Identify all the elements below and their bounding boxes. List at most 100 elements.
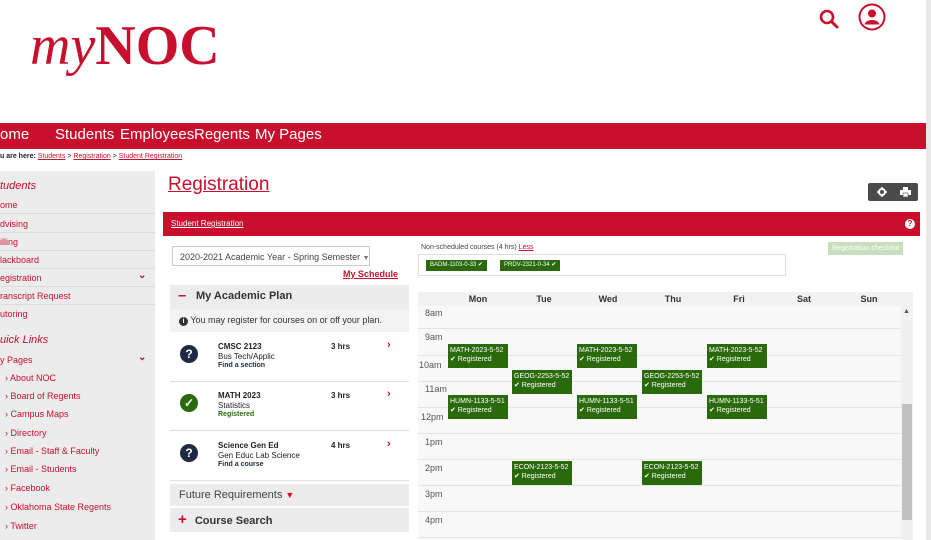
registration-checkout-button[interactable]: Registration checkout: [828, 242, 904, 255]
class-block-course: ECON-2123-5-52: [514, 464, 569, 471]
course-status: Registered: [218, 411, 255, 418]
question-icon: ?: [180, 444, 198, 462]
chevron-right-icon[interactable]: ›: [387, 339, 391, 351]
quick-link-twitter[interactable]: › Twitter: [5, 521, 37, 531]
quick-link-email-students[interactable]: › Email - Students: [5, 464, 77, 474]
quick-link-regents[interactable]: › Board of Regents: [5, 391, 81, 401]
sidebar-item-home[interactable]: ome: [0, 200, 18, 210]
hour-label: 11am: [425, 384, 447, 394]
class-block-status: ✔ Registered: [579, 356, 621, 363]
page-title[interactable]: Registration: [168, 174, 269, 196]
class-block[interactable]: HUMN-1133-5-51 ✔ Registered: [448, 395, 508, 419]
course-row[interactable]: ? Science Gen Ed Gen Educ Lab Science Fi…: [170, 432, 409, 481]
quick-link-email-staff[interactable]: › Email - Staff & Faculty: [5, 446, 99, 456]
quick-link-facebook[interactable]: › Facebook: [5, 483, 50, 493]
quick-link-label: Email - Students: [10, 464, 77, 474]
sidebar-heading-students: tudents: [0, 180, 37, 192]
divider: [0, 286, 155, 287]
nav-my-pages[interactable]: My Pages: [255, 126, 322, 143]
class-block[interactable]: ECON-2123-5-52 ✔ Registered: [642, 461, 702, 485]
gear-icon[interactable]: [877, 187, 887, 197]
class-block-status: ✔ Registered: [644, 382, 686, 389]
registration-panel-header: Student Registration ?: [163, 212, 920, 236]
quick-link-about[interactable]: › About NOC: [5, 373, 56, 383]
sidebar-item-billing[interactable]: illing: [0, 237, 18, 247]
nonscheduled-courses: BADM-1103-0-33 ✔ PRDV-2321-0-34 ✔: [418, 254, 786, 276]
chevron-down-icon[interactable]: ⌄: [138, 270, 146, 281]
class-block[interactable]: HUMN-1133-5-51 ✔ Registered: [707, 395, 767, 419]
print-icon[interactable]: [900, 187, 911, 197]
nav-employees[interactable]: Employees: [120, 126, 194, 143]
user-circle-icon[interactable]: [858, 3, 886, 31]
course-row[interactable]: ✓ MATH 2023 Statistics Registered 3 hrs …: [170, 382, 409, 431]
site-logo[interactable]: myNOC: [30, 14, 220, 78]
scroll-up-icon[interactable]: ▲: [903, 308, 910, 315]
day-header: Tue: [536, 294, 552, 304]
course-search-toggle[interactable]: + Course Search: [170, 508, 409, 532]
page-toolbar: [868, 183, 918, 201]
sidebar-item-tutoring[interactable]: utoring: [0, 309, 28, 319]
help-icon[interactable]: ?: [905, 219, 915, 229]
page-scrollbar[interactable]: [926, 0, 931, 540]
nav-home[interactable]: ome: [0, 126, 29, 143]
panel-title[interactable]: Student Registration: [171, 219, 244, 228]
quick-link-osrhe[interactable]: › Oklahoma State Regents: [5, 502, 111, 512]
sidebar-item-advising[interactable]: dvising: [0, 219, 28, 229]
hour-line: [418, 459, 901, 460]
breadcrumb-students[interactable]: Students: [38, 153, 66, 160]
semester-select[interactable]: 2020-2021 Academic Year - Spring Semeste…: [172, 246, 370, 266]
nonscheduled-chip[interactable]: BADM-1103-0-33 ✔: [426, 260, 487, 271]
nav-students[interactable]: Students: [55, 126, 114, 143]
breadcrumb-student-registration[interactable]: Student Registration: [119, 153, 182, 160]
course-desc: Gen Educ Lab Science: [218, 451, 300, 460]
class-block[interactable]: MATH-2023-5-52 ✔ Registered: [577, 344, 637, 368]
chevron-right-icon[interactable]: ›: [387, 388, 391, 400]
search-icon[interactable]: [818, 8, 840, 30]
sidebar-item-transcript[interactable]: ranscript Request: [0, 291, 71, 301]
my-schedule-link[interactable]: My Schedule: [343, 269, 398, 279]
quick-link-maps[interactable]: › Campus Maps: [5, 409, 69, 419]
hour-label: 1pm: [425, 437, 443, 447]
class-block[interactable]: GEOG-2253-5-52 ✔ Registered: [512, 370, 572, 394]
class-block-status: ✔ Registered: [709, 407, 751, 414]
quick-link-directory[interactable]: › Directory: [5, 428, 47, 438]
hour-label: 4pm: [425, 515, 443, 525]
schedule-days-header: Mon Tue Wed Thu Fri Sat Sun: [418, 292, 913, 306]
nonscheduled-chip[interactable]: PRDV-2321-0-34 ✔: [500, 260, 561, 271]
class-block[interactable]: MATH-2023-5-52 ✔ Registered: [448, 344, 508, 368]
course-status[interactable]: Find a section: [218, 362, 265, 369]
class-block[interactable]: MATH-2023-5-52 ✔ Registered: [707, 344, 767, 368]
class-block[interactable]: HUMN-1133-5-51 ✔ Registered: [577, 395, 637, 419]
quick-link-label: About NOC: [10, 373, 57, 383]
divider: [0, 213, 155, 214]
future-requirements-toggle[interactable]: Future Requirements ▼: [170, 484, 409, 506]
less-link[interactable]: Less: [519, 244, 534, 251]
sidebar-item-registration[interactable]: egistration: [0, 273, 42, 283]
nav-regents[interactable]: Regents: [194, 126, 250, 143]
quick-link-label: Oklahoma State Regents: [10, 502, 112, 512]
collapse-icon[interactable]: –: [178, 287, 186, 304]
schedule-scrollbar[interactable]: ▲: [901, 306, 913, 540]
sidebar-item-my-pages[interactable]: y Pages: [0, 355, 33, 365]
class-block-status: ✔ Registered: [450, 407, 492, 414]
sidebar-item-blackboard[interactable]: lackboard: [0, 255, 39, 265]
breadcrumb-registration[interactable]: Registration: [73, 153, 110, 160]
nonscheduled-label: Non-scheduled courses (4 hrs): [421, 244, 517, 251]
course-row[interactable]: ? CMSC 2123 Bus Tech/Applic Find a secti…: [170, 333, 409, 382]
hour-label: 12pm: [421, 412, 444, 422]
plan-info: i You may register for courses on or off…: [170, 309, 409, 332]
nonscheduled-summary: Non-scheduled courses (4 hrs) Less: [421, 244, 533, 251]
class-block[interactable]: ECON-2123-5-52 ✔ Registered: [512, 461, 572, 485]
scroll-thumb[interactable]: [902, 404, 912, 520]
breadcrumb-sep: >: [67, 153, 72, 160]
class-block[interactable]: GEOG-2253-5-52 ✔ Registered: [642, 370, 702, 394]
sidebar: tudents ome dvising illing lackboard egi…: [0, 171, 155, 540]
hour-label: 3pm: [425, 489, 443, 499]
academic-plan-header[interactable]: – My Academic Plan: [170, 285, 409, 309]
chevron-right-icon[interactable]: ›: [387, 438, 391, 450]
chevron-down-icon[interactable]: ⌄: [138, 352, 146, 363]
divider: [0, 304, 155, 305]
future-requirements-label: Future Requirements: [179, 489, 283, 501]
course-status[interactable]: Find a course: [218, 461, 264, 468]
course-code: CMSC 2123: [218, 342, 262, 351]
